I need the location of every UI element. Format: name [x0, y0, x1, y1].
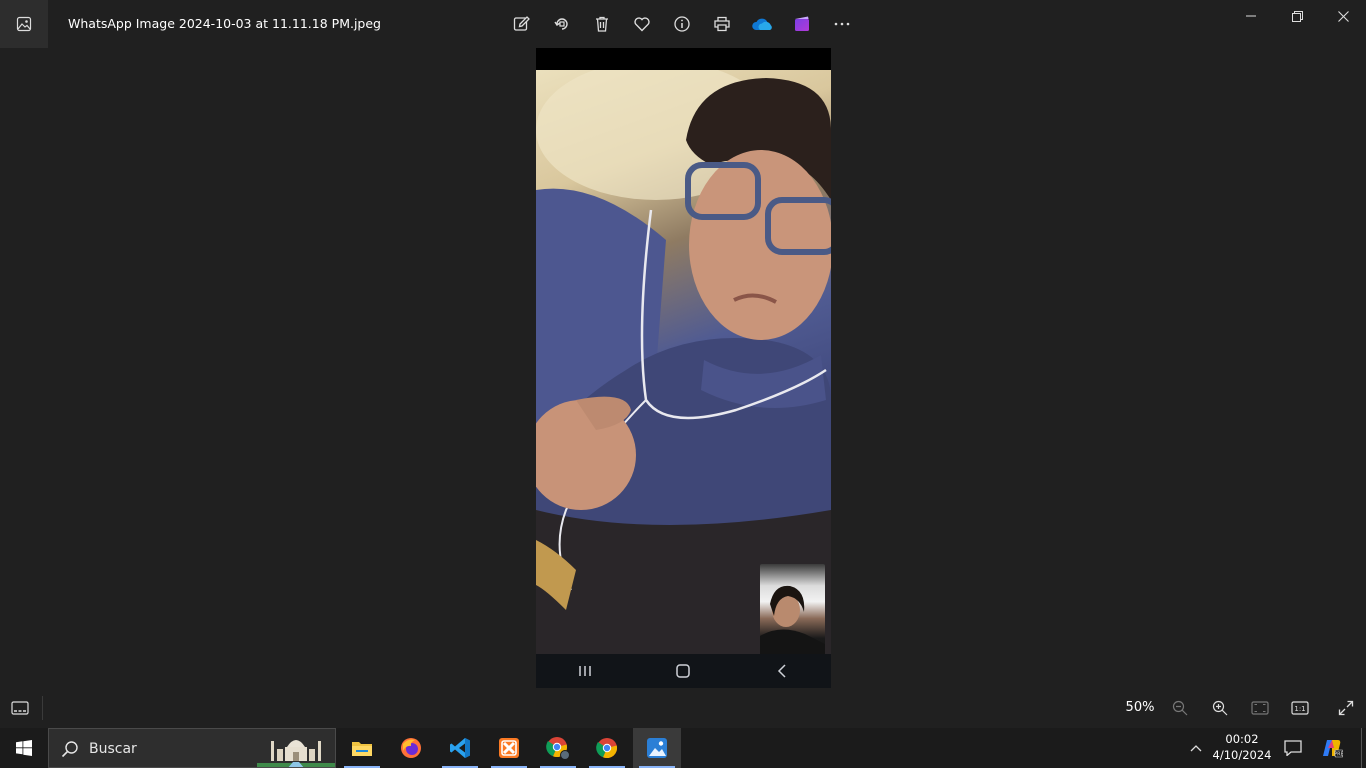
chrome-profile-icon[interactable] [534, 728, 582, 768]
search-icon [61, 741, 78, 758]
displayed-photo[interactable] [536, 48, 831, 688]
filmstrip-icon[interactable] [0, 688, 40, 728]
back-icon [767, 656, 797, 686]
delete-icon[interactable] [582, 4, 622, 44]
onedrive-cloud-icon[interactable] [742, 4, 782, 44]
windows-start-icon[interactable] [0, 728, 48, 768]
fullscreen-icon[interactable] [1326, 688, 1366, 728]
chrome-icon[interactable] [583, 728, 631, 768]
taskbar-search[interactable]: Buscar [48, 728, 336, 768]
photo-status-bar-area [536, 48, 831, 70]
photos-app-icon[interactable] [0, 0, 48, 48]
info-icon[interactable] [662, 4, 702, 44]
fit-to-window-icon[interactable] [1240, 688, 1280, 728]
vscode-icon[interactable] [436, 728, 484, 768]
clock-time: 00:02 [1225, 732, 1259, 746]
restore-icon[interactable] [1274, 0, 1320, 32]
zoom-out-icon[interactable] [1160, 688, 1200, 728]
recent-apps-icon [570, 656, 600, 686]
close-icon[interactable] [1320, 0, 1366, 32]
viewer-bottom-bar: 50% 1:1 [0, 688, 1366, 728]
system-clock[interactable]: 00:02 4/10/2024 [1208, 731, 1276, 763]
rotate-icon[interactable] [542, 4, 582, 44]
notifications-icon[interactable] [1278, 728, 1308, 768]
xampp-icon[interactable] [485, 728, 533, 768]
clipchamp-icon[interactable] [782, 4, 822, 44]
print-icon[interactable] [702, 4, 742, 44]
image-toolbar [502, 4, 862, 44]
window-title: WhatsApp Image 2024-10-03 at 11.11.18 PM… [68, 16, 381, 31]
video-call-frame [536, 70, 831, 654]
show-desktop-button[interactable] [1361, 728, 1366, 768]
phone-navigation-bar [536, 654, 831, 688]
zoom-in-icon[interactable] [1200, 688, 1240, 728]
windows-taskbar: Buscar 00:02 4/10/2024 PRE [0, 728, 1366, 768]
svg-text:PRE: PRE [1334, 752, 1343, 758]
favorite-heart-icon[interactable] [622, 4, 662, 44]
clock-date: 4/10/2024 [1212, 748, 1272, 762]
self-view-illustration [760, 585, 825, 654]
search-placeholder: Buscar [89, 741, 137, 757]
actual-size-icon[interactable]: 1:1 [1280, 688, 1320, 728]
show-hidden-icons-chevron-icon[interactable] [1184, 728, 1208, 768]
svg-text:1:1: 1:1 [1294, 705, 1305, 713]
home-icon [668, 656, 698, 686]
window-controls [1228, 0, 1366, 32]
more-options-icon[interactable] [822, 4, 862, 44]
minimize-icon[interactable] [1228, 0, 1274, 32]
zoom-level[interactable]: 50% [1118, 700, 1162, 715]
file-explorer-icon[interactable] [338, 728, 386, 768]
edit-image-icon[interactable] [502, 4, 542, 44]
divider [42, 696, 43, 720]
title-bar: WhatsApp Image 2024-10-03 at 11.11.18 PM… [0, 0, 1366, 48]
firefox-icon[interactable] [387, 728, 435, 768]
photos-icon[interactable] [633, 728, 681, 768]
search-highlight-art [257, 729, 335, 767]
self-view-thumbnail [760, 564, 825, 654]
copilot-icon[interactable]: PRE [1312, 728, 1352, 768]
